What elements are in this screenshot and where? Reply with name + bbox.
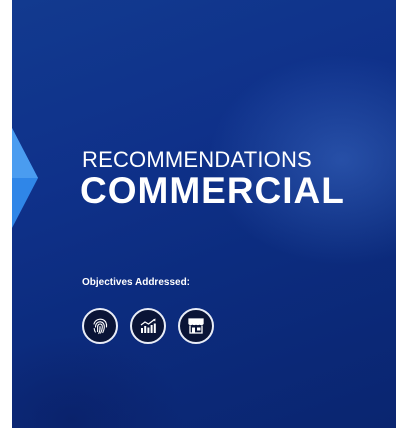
- objective-icons: [82, 308, 214, 344]
- page: RECOMMENDATIONS COMMERCIAL Objectives Ad…: [0, 0, 400, 432]
- fingerprint-icon: [82, 308, 118, 344]
- storefront-icon: [178, 308, 214, 344]
- objectives-label: Objectives Addressed:: [82, 277, 191, 288]
- slide-panel: RECOMMENDATIONS COMMERCIAL Objectives Ad…: [12, 0, 396, 428]
- slide-title: COMMERCIAL: [80, 170, 345, 211]
- growth-chart-icon: [130, 308, 166, 344]
- accent-arrow-icon: [12, 128, 38, 228]
